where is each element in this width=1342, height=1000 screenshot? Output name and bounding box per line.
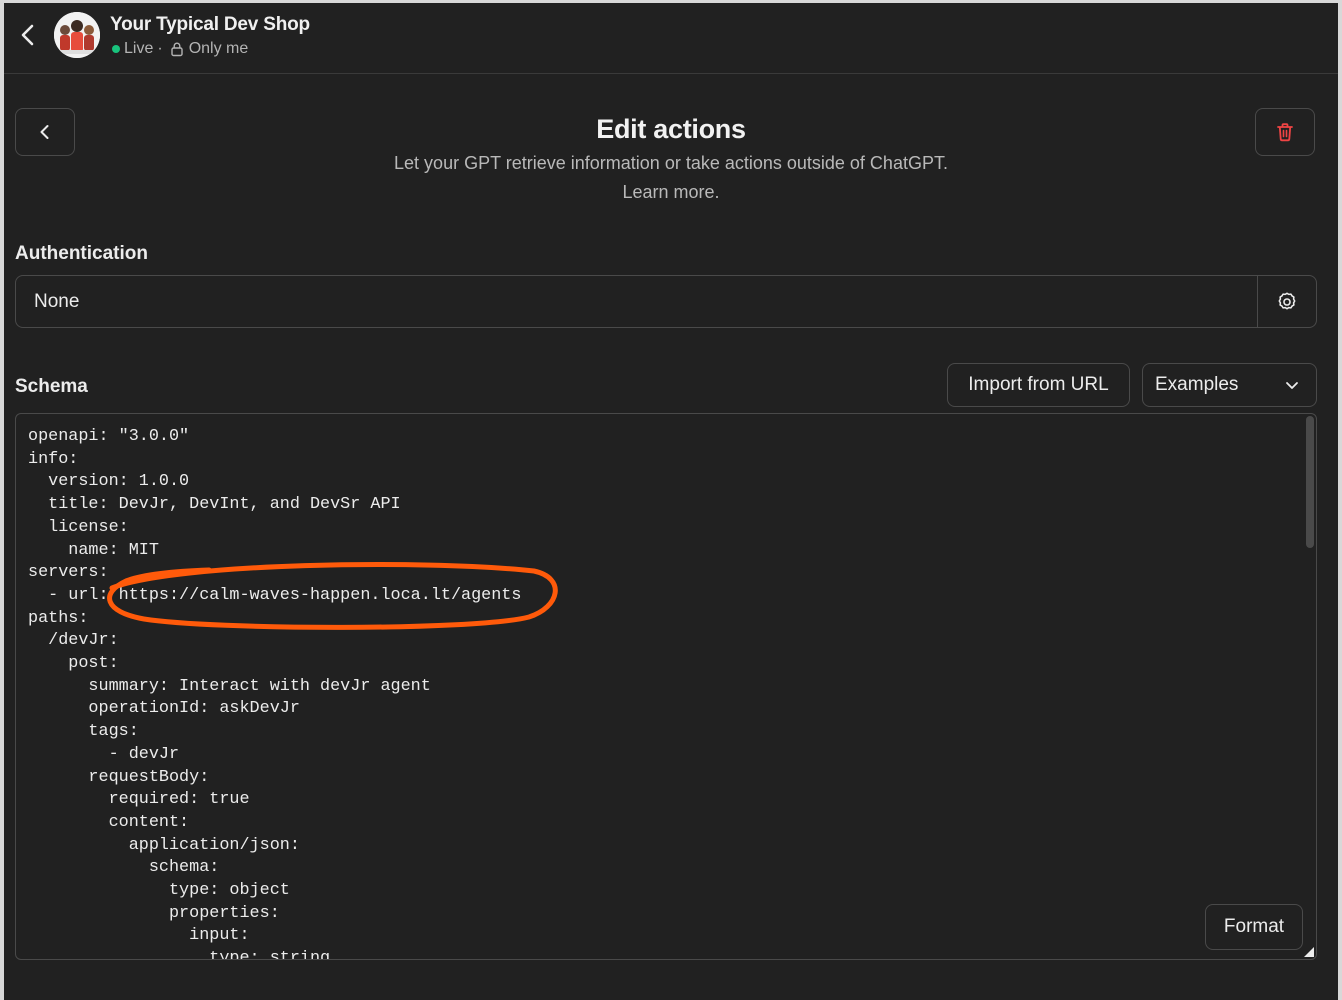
learn-more-link[interactable]: Learn more. bbox=[4, 182, 1338, 203]
code-line: required: true bbox=[28, 790, 250, 810]
delete-action-button[interactable] bbox=[1255, 108, 1315, 156]
resize-handle-icon[interactable] bbox=[1304, 947, 1314, 957]
code-line: type: string bbox=[28, 949, 331, 960]
code-line: schema: bbox=[28, 858, 220, 878]
gpt-editor-window: Your Typical Dev Shop Live · Only me Edi… bbox=[4, 3, 1338, 1000]
code-line: application/json: bbox=[28, 835, 300, 855]
code-line: tags: bbox=[28, 722, 139, 742]
code-line: requestBody: bbox=[28, 767, 210, 787]
trash-icon bbox=[1277, 123, 1293, 142]
gpt-avatar bbox=[54, 12, 100, 58]
editor-scrollbar[interactable] bbox=[1306, 416, 1314, 548]
code-line: content: bbox=[28, 812, 190, 832]
import-from-url-label: Import from URL bbox=[968, 374, 1109, 395]
code-line: summary: Interact with devJr agent bbox=[28, 676, 431, 696]
live-status-label: Live bbox=[124, 40, 154, 57]
examples-dropdown[interactable]: Examples bbox=[1142, 363, 1317, 407]
authentication-value: None bbox=[34, 291, 80, 312]
code-line: operationId: askDevJr bbox=[28, 699, 300, 719]
schema-label: Schema bbox=[15, 376, 88, 397]
authentication-select[interactable]: None bbox=[15, 275, 1317, 328]
status-separator: · bbox=[157, 40, 163, 57]
authentication-divider bbox=[1257, 276, 1258, 327]
code-line: servers: bbox=[28, 563, 109, 583]
back-chevron-icon[interactable] bbox=[14, 21, 42, 49]
gear-icon[interactable] bbox=[1276, 291, 1298, 313]
schema-editor[interactable]: openapi: "3.0.0" info: version: 1.0.0 ti… bbox=[15, 413, 1317, 960]
visibility-label: Only me bbox=[188, 40, 249, 57]
authentication-label: Authentication bbox=[15, 243, 148, 264]
gpt-name: Your Typical Dev Shop bbox=[110, 14, 310, 35]
code-line: name: MIT bbox=[28, 540, 159, 560]
code-line: /devJr: bbox=[28, 631, 119, 651]
code-line: paths: bbox=[28, 608, 89, 628]
format-label: Format bbox=[1223, 916, 1285, 937]
code-line: license: bbox=[28, 517, 129, 537]
chevron-down-icon bbox=[1286, 382, 1298, 389]
gpt-status: Live · Only me bbox=[112, 40, 248, 58]
examples-label: Examples bbox=[1155, 374, 1239, 395]
lock-icon bbox=[170, 42, 183, 57]
page-subtitle: Let your GPT retrieve information or tak… bbox=[394, 153, 948, 173]
code-line: title: DevJr, DevInt, and DevSr API bbox=[28, 495, 401, 515]
code-line: - url: https://calm-waves-happen.loca.lt… bbox=[28, 585, 522, 605]
schema-code[interactable]: openapi: "3.0.0" info: version: 1.0.0 ti… bbox=[28, 426, 522, 960]
code-line: - devJr bbox=[28, 744, 180, 764]
code-line: info: bbox=[28, 449, 79, 469]
code-line: post: bbox=[28, 654, 119, 674]
code-line: input: bbox=[28, 926, 250, 946]
code-line: version: 1.0.0 bbox=[28, 472, 190, 492]
live-status-dot bbox=[112, 45, 120, 53]
import-from-url-button[interactable]: Import from URL bbox=[947, 363, 1130, 407]
code-line: type: object bbox=[28, 881, 290, 901]
format-button[interactable]: Format bbox=[1205, 904, 1303, 950]
code-line: properties: bbox=[28, 903, 280, 923]
page-title: Edit actions bbox=[596, 114, 746, 144]
code-line: openapi: "3.0.0" bbox=[28, 427, 190, 446]
top-bar: Your Typical Dev Shop Live · Only me bbox=[4, 3, 1338, 74]
